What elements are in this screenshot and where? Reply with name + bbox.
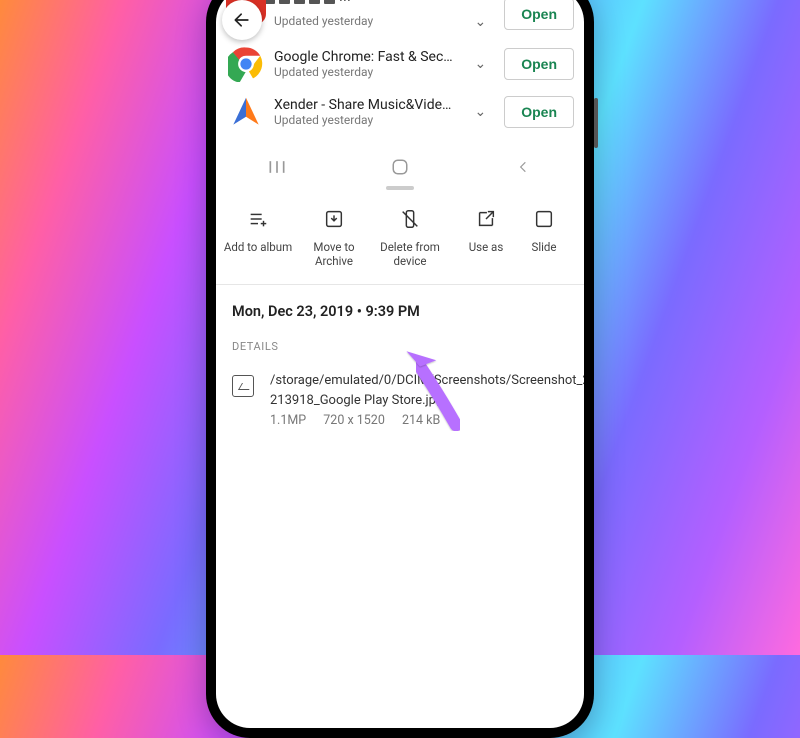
chevron-down-icon[interactable]: ⌄ [468,104,492,120]
nav-recents[interactable] [247,159,307,180]
photo-datetime: Mon, Dec 23, 2019 • 9:39 PM [216,285,584,326]
notif-icon [294,0,305,4]
action-label: Slide [531,240,556,254]
android-nav-bar [216,148,584,192]
screen: 10:23 ⋯ 32% Updated y [216,0,584,728]
app-title: Xender - Share Music&Video, Transfer [274,97,456,113]
nav-pill [386,186,414,190]
app-row[interactable]: Updated yesterday ⌄ Open [216,12,584,40]
action-label: Delete from device [380,240,440,268]
notif-icon [324,0,335,4]
chevron-down-icon[interactable]: ⌄ [468,14,492,30]
open-button[interactable]: Open [504,96,574,128]
action-label: Use as [469,240,504,254]
add-to-album-icon [247,208,269,230]
app-icon-chrome [226,44,266,84]
file-size: 214 kB [402,413,440,428]
app-subtitle: Updated yesterday [274,14,456,28]
archive-icon [323,208,345,230]
image-file-icon [232,375,254,397]
app-subtitle: Updated yesterday [274,65,456,79]
action-move-to-archive[interactable]: Move to Archive [296,206,372,269]
more-notif-icon: ⋯ [339,0,352,7]
file-path: /storage/emulated/0/DCIM/Screenshots/Scr… [270,371,584,410]
file-dimensions: 720 x 1520 [323,413,385,428]
play-store-list: Updated yesterday ⌄ Open Google Chrome: … [216,12,584,136]
back-button[interactable] [222,0,262,40]
file-megapixels: 1.1MP [270,413,306,428]
phone-frame: 10:23 ⋯ 32% Updated y [206,0,594,738]
nav-home[interactable] [370,158,430,181]
photo-action-row: Add to album Move to Archive Delete from… [216,192,584,286]
slideshow-icon [533,208,555,230]
file-details-row: /storage/emulated/0/DCIM/Screenshots/Scr… [216,357,584,445]
use-as-icon [475,208,497,230]
action-label: Move to Archive [313,240,354,268]
action-delete-from-device[interactable]: Delete from device [372,206,448,269]
arrow-left-icon [232,10,252,30]
notif-icon [279,0,290,4]
action-use-as[interactable]: Use as [448,206,524,269]
app-row[interactable]: Xender - Share Music&Video, Transfer Upd… [216,88,584,136]
chevron-down-icon[interactable]: ⌄ [468,56,492,72]
app-icon-xender [226,92,266,132]
notif-icon [309,0,320,4]
action-slideshow[interactable]: Slide [524,206,564,269]
app-title: Google Chrome: Fast & Secure [274,49,456,65]
action-add-to-album[interactable]: Add to album [220,206,296,269]
action-label: Add to album [224,240,292,254]
delete-device-icon [399,208,421,230]
nav-back[interactable] [493,159,553,180]
open-button[interactable]: Open [504,0,574,30]
open-button[interactable]: Open [504,48,574,80]
app-row[interactable]: Google Chrome: Fast & Secure Updated yes… [216,40,584,88]
details-header: DETAILS [216,326,584,357]
app-subtitle: Updated yesterday [274,113,456,127]
file-meta: 1.1MP 720 x 1520 214 kB [270,412,584,431]
phone-side-button [594,98,598,148]
